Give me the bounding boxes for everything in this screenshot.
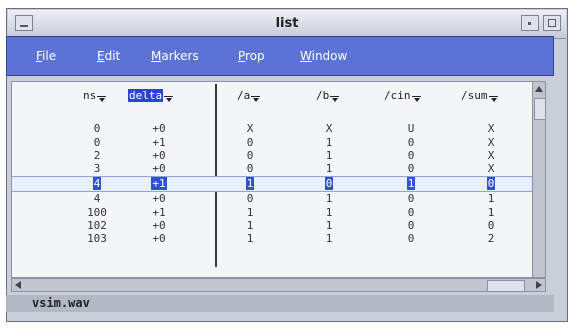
cell-sum: 1 — [487, 192, 495, 205]
col-header-sum[interactable]: /sum — [461, 89, 498, 102]
scroll-left-arrow-icon[interactable] — [15, 281, 21, 289]
cell-delta: +1 — [152, 206, 166, 219]
menu-markers[interactable]: Markers — [151, 49, 199, 63]
vertical-scrollbar[interactable] — [532, 81, 546, 278]
status-bar: vsim.wav — [6, 295, 554, 312]
cell-sum: 0 — [487, 219, 495, 232]
cell-delta: +1 — [151, 177, 167, 190]
table-row-selected[interactable]: 4 +1 1 0 1 0 — [12, 176, 545, 192]
cell-ns: 0 — [93, 122, 101, 135]
cell-delta: +0 — [152, 162, 166, 175]
cell-sum: 1 — [487, 206, 495, 219]
cell-ns: 2 — [93, 149, 101, 162]
col-header-a[interactable]: /a — [237, 89, 261, 102]
cell-sum: 2 — [487, 232, 495, 245]
cell-delta: +0 — [152, 219, 166, 232]
cell-b: 1 — [325, 162, 333, 175]
cell-cin: 0 — [407, 206, 415, 219]
table-row[interactable]: 102 +0 1 1 0 0 — [12, 220, 545, 232]
cell-b: 1 — [325, 136, 333, 149]
col-header-delta[interactable]: delta — [128, 89, 174, 102]
sort-arrow-icon — [164, 95, 174, 102]
cell-cin: 0 — [407, 149, 415, 162]
col-header-ns[interactable]: ns — [83, 89, 107, 102]
cell-a: 0 — [246, 162, 254, 175]
status-text: vsim.wav — [32, 296, 90, 310]
horizontal-scroll-thumb[interactable] — [487, 280, 525, 292]
cell-sum: X — [487, 162, 495, 175]
sort-arrow-icon — [488, 95, 498, 102]
cell-cin: 1 — [406, 177, 416, 190]
cell-sum: X — [487, 122, 495, 135]
cell-cin: U — [407, 122, 415, 135]
cell-delta: +1 — [152, 136, 166, 149]
cell-b: X — [325, 122, 333, 135]
cell-delta: +0 — [152, 149, 166, 162]
table-row[interactable]: 100 +1 1 1 0 1 — [12, 207, 545, 219]
cell-a: 0 — [246, 192, 254, 205]
cell-delta: +0 — [152, 232, 166, 245]
cell-a: 0 — [246, 149, 254, 162]
cell-cin: 0 — [407, 162, 415, 175]
cell-b: 1 — [325, 219, 333, 232]
cell-cin: 0 — [407, 136, 415, 149]
cell-cin: 0 — [407, 219, 415, 232]
horizontal-scrollbar[interactable] — [11, 278, 546, 292]
sort-arrow-icon — [330, 95, 340, 102]
table-row[interactable]: 0 +1 0 1 0 X — [12, 137, 545, 149]
cell-ns: 4 — [93, 192, 101, 205]
cell-ns: 3 — [93, 162, 101, 175]
sort-arrow-icon — [251, 95, 261, 102]
table-row[interactable]: 0 +0 X X U X — [12, 123, 545, 135]
cell-ns: 102 — [87, 219, 107, 232]
cell-a: 0 — [246, 136, 254, 149]
cell-sum: X — [487, 136, 495, 149]
cell-a: 1 — [245, 177, 255, 190]
cell-delta: +0 — [152, 192, 166, 205]
cell-a: X — [246, 122, 254, 135]
col-header-b[interactable]: /b — [316, 89, 340, 102]
table-row[interactable]: 4 +0 0 1 0 1 — [12, 193, 545, 205]
window-title: list — [275, 16, 299, 31]
scroll-right-arrow-icon[interactable] — [536, 281, 542, 289]
close-button[interactable] — [543, 15, 561, 31]
cell-a: 1 — [246, 206, 254, 219]
sort-arrow-icon — [97, 95, 107, 102]
menu-edit[interactable]: Edit — [97, 49, 120, 63]
cell-a: 1 — [246, 232, 254, 245]
menu-bar: File Edit Markers Prop Window — [6, 36, 554, 76]
menu-file[interactable]: File — [36, 49, 56, 63]
cell-sum: X — [487, 149, 495, 162]
menu-prop[interactable]: Prop — [238, 49, 265, 63]
cell-delta: +0 — [152, 122, 166, 135]
cell-ns: 103 — [87, 232, 107, 245]
col-header-cin[interactable]: /cin — [384, 89, 421, 102]
cell-b: 0 — [324, 177, 334, 190]
table-row[interactable]: 3 +0 0 1 0 X — [12, 163, 545, 175]
cell-b: 1 — [325, 192, 333, 205]
title-bar[interactable]: list — [8, 10, 566, 39]
cell-ns: 4 — [92, 177, 102, 190]
cell-b: 1 — [325, 232, 333, 245]
sort-arrow-icon — [411, 95, 421, 102]
cell-cin: 0 — [407, 232, 415, 245]
cell-b: 1 — [325, 149, 333, 162]
vertical-scroll-thumb[interactable] — [534, 98, 546, 120]
cell-ns: 0 — [93, 136, 101, 149]
cell-a: 1 — [246, 219, 254, 232]
cell-sum: 0 — [486, 177, 496, 190]
table-row[interactable]: 103 +0 1 1 0 2 — [12, 233, 545, 245]
menu-window[interactable]: Window — [300, 49, 347, 63]
cell-b: 1 — [325, 206, 333, 219]
scroll-up-arrow-icon[interactable] — [535, 86, 543, 92]
list-pane[interactable]: ns delta /a /b /cin /sum /c 0+0XXUX0+101… — [11, 81, 546, 278]
cell-ns: 100 — [87, 206, 107, 219]
maximize-button[interactable] — [521, 15, 539, 31]
table-row[interactable]: 2 +0 0 1 0 X — [12, 150, 545, 162]
cell-cin: 0 — [407, 192, 415, 205]
